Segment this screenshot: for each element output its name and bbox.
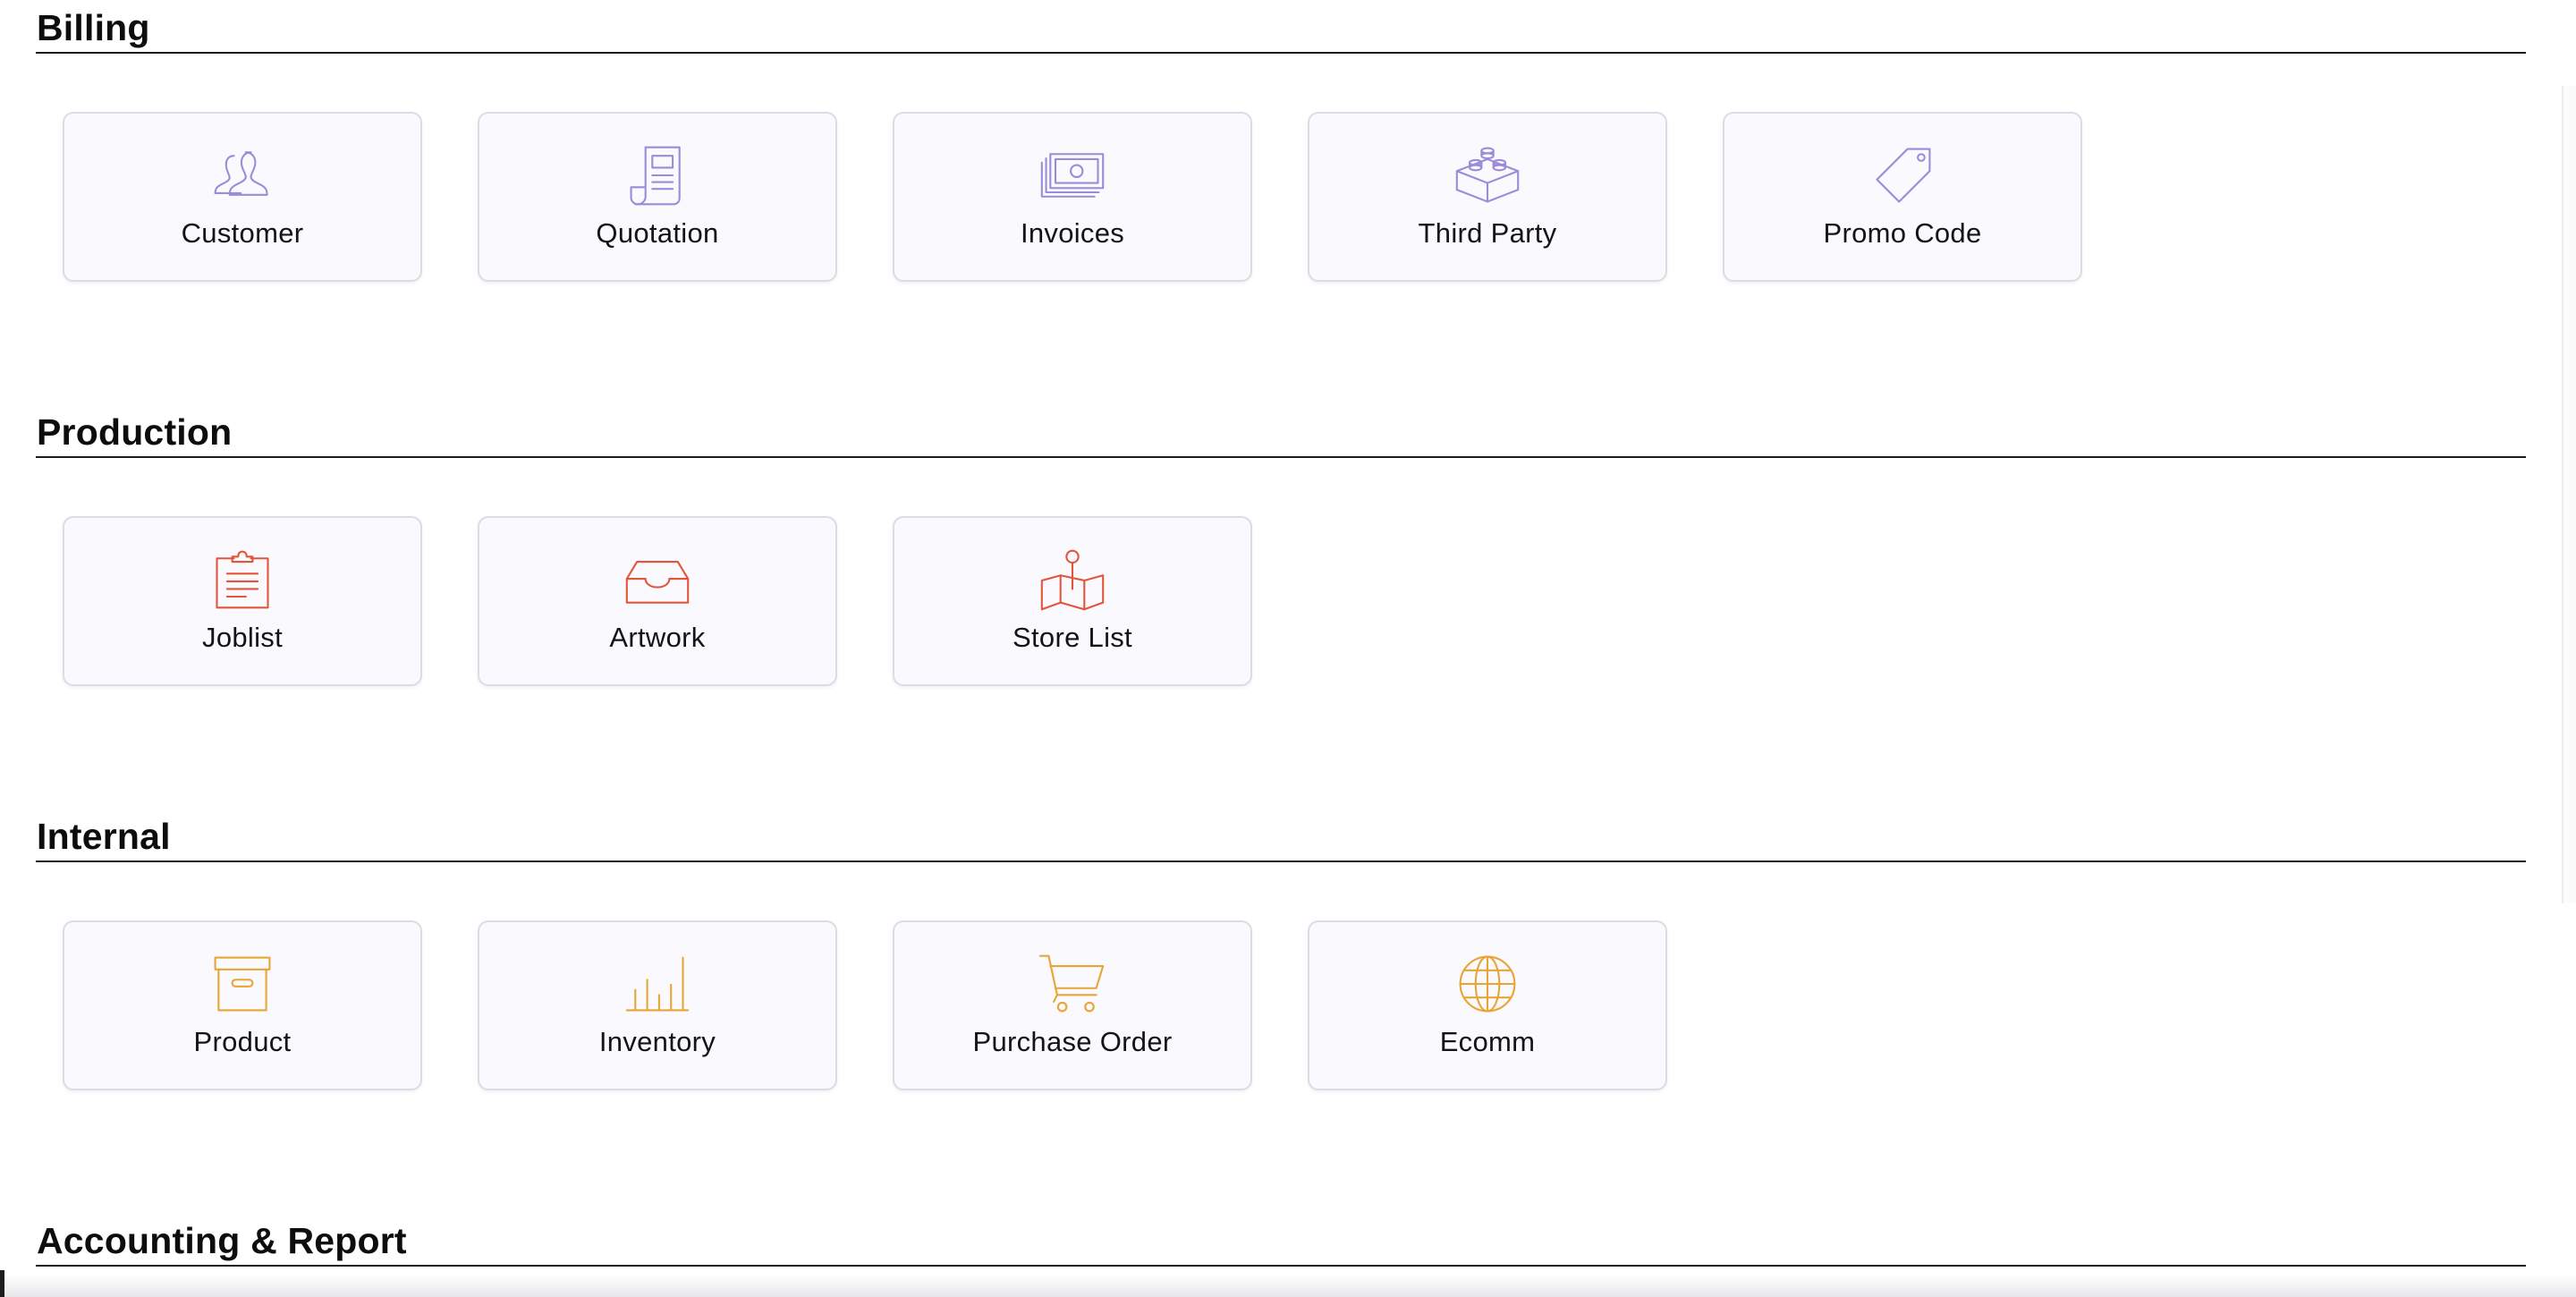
map-pin-icon <box>1037 548 1108 611</box>
building-blocks-icon <box>1452 144 1523 207</box>
tile-label: Inventory <box>598 1026 716 1057</box>
purchase-order-tile[interactable]: Purchase Order <box>893 920 1252 1090</box>
tile-label: Third Party <box>1418 217 1557 249</box>
globe-icon <box>1452 953 1523 1015</box>
tile-label: Artwork <box>609 622 706 653</box>
tile-label: Store List <box>1013 622 1132 653</box>
artwork-tile[interactable]: Artwork <box>478 516 837 686</box>
tile-label: Quotation <box>596 217 719 249</box>
tile-label: Purchase Order <box>972 1026 1173 1057</box>
section-title: Internal <box>37 816 171 857</box>
tile-label: Promo Code <box>1823 217 1982 249</box>
tile-label: Ecomm <box>1439 1026 1536 1057</box>
section-accounting-report: Accounting & Report <box>36 1220 2526 1267</box>
document-icon <box>622 144 693 207</box>
bar-chart-icon <box>622 953 693 1015</box>
tile-label: Joblist <box>202 622 283 653</box>
cash-stack-icon <box>1037 144 1108 207</box>
users-icon <box>207 144 278 207</box>
section-title: Production <box>37 411 233 453</box>
section-divider <box>36 1265 2526 1267</box>
section-title: Billing <box>37 7 150 48</box>
tile-label: Product <box>193 1026 292 1057</box>
invoices-tile[interactable]: Invoices <box>893 112 1252 282</box>
section-divider <box>36 456 2526 458</box>
section-production: Production Joblist Artwork Store List <box>36 411 2526 686</box>
tile-grid: Joblist Artwork Store List <box>63 516 1252 686</box>
inbox-tray-icon <box>622 548 693 611</box>
dashboard-page: { "colors": { "billing_icon": "#9b8bd8",… <box>0 0 2576 1297</box>
store-list-tile[interactable]: Store List <box>893 516 1252 686</box>
section-billing: Billing Customer Quotation Invoices Thir… <box>36 7 2526 282</box>
window-edge <box>0 1270 4 1297</box>
tile-grid: Customer Quotation Invoices Third Party … <box>63 112 2082 282</box>
clipboard-icon <box>207 548 278 611</box>
joblist-tile[interactable]: Joblist <box>63 516 422 686</box>
customer-tile[interactable]: Customer <box>63 112 422 282</box>
section-divider <box>36 860 2526 862</box>
tile-label: Invoices <box>1020 217 1125 249</box>
section-internal: Internal Product Inventory Purchase Orde… <box>36 816 2526 1090</box>
inventory-tile[interactable]: Inventory <box>478 920 837 1090</box>
product-tile[interactable]: Product <box>63 920 422 1090</box>
tile-label: Customer <box>181 217 304 249</box>
third-party-tile[interactable]: Third Party <box>1308 112 1667 282</box>
price-tag-icon <box>1867 144 1938 207</box>
section-divider <box>36 52 2526 54</box>
quotation-tile[interactable]: Quotation <box>478 112 837 282</box>
ecomm-tile[interactable]: Ecomm <box>1308 920 1667 1090</box>
scrollbar[interactable] <box>2562 86 2576 903</box>
promo-code-tile[interactable]: Promo Code <box>1723 112 2082 282</box>
tile-grid: Product Inventory Purchase Order Ecomm <box>63 920 1667 1090</box>
shopping-cart-icon <box>1037 953 1108 1015</box>
archive-box-icon <box>207 953 278 1015</box>
bottom-shadow <box>0 1276 2576 1297</box>
section-title: Accounting & Report <box>37 1220 407 1261</box>
